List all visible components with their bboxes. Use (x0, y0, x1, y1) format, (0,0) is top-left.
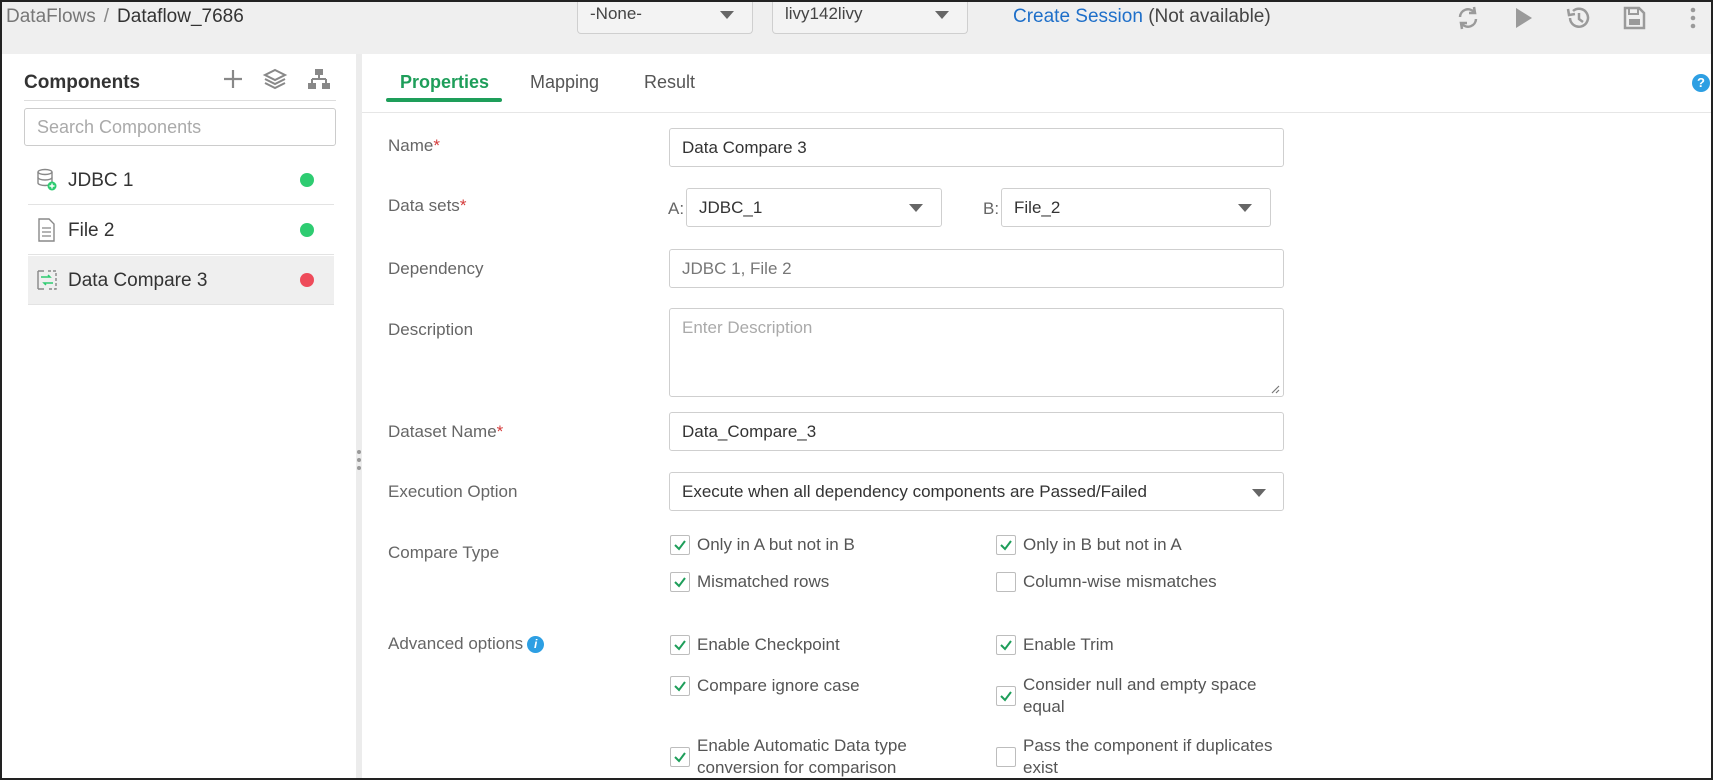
tab-properties[interactable]: Properties (400, 72, 489, 93)
resize-handle-icon[interactable] (357, 450, 361, 474)
enable-checkpoint-checkbox[interactable] (670, 635, 690, 655)
dependency-input: JDBC 1, File 2 (669, 249, 1284, 288)
auto-datatype-conversion-label: Enable Automatic Data type conversion fo… (697, 736, 907, 777)
session-dropdown[interactable]: livy142livy (772, 2, 968, 34)
help-icon[interactable]: ? (1692, 74, 1710, 92)
compare-only-a-label: Only in A but not in B (697, 535, 855, 554)
dataset-a-prefix: A: (668, 199, 685, 218)
add-component-icon[interactable] (220, 66, 246, 92)
create-session-link[interactable]: Create Session (1013, 6, 1143, 27)
description-textarea[interactable]: Enter Description (669, 308, 1284, 397)
dataset-b-value: File_2 (1014, 198, 1061, 217)
history-icon[interactable] (1564, 4, 1592, 32)
chevron-down-icon (935, 11, 949, 19)
database-icon (36, 168, 58, 192)
chevron-down-icon (720, 11, 734, 19)
save-icon[interactable] (1620, 4, 1648, 32)
components-title: Components (24, 72, 141, 93)
cluster-dropdown-value: -None- (590, 4, 642, 23)
compare-ignore-case-checkbox[interactable] (670, 676, 690, 696)
status-dot (300, 273, 314, 287)
chevron-down-icon (1238, 204, 1252, 212)
properties-panel: Properties Mapping Result ? Name* Data C… (362, 54, 1711, 778)
component-item-jdbc-1[interactable]: JDBC 1 (28, 156, 334, 205)
datasets-label: Data sets* (388, 196, 467, 215)
component-label: File 2 (68, 220, 115, 241)
components-sidebar: Components JDBC 1 File 2 (20, 56, 356, 778)
dataset-b-select[interactable]: File_2 (1001, 188, 1271, 227)
more-vertical-icon[interactable] (1679, 4, 1707, 32)
advanced-options-label: Advanced options i (388, 634, 545, 654)
execution-option-select[interactable]: Execute when all dependency components a… (669, 472, 1284, 511)
session-availability: (Not available) (1148, 6, 1271, 27)
mismatched-rows-label: Mismatched rows (697, 572, 830, 591)
component-item-data-compare-3[interactable]: Data Compare 3 (28, 256, 334, 305)
status-dot (300, 173, 314, 187)
compare-only-a-checkbox[interactable] (670, 535, 690, 555)
enable-trim-checkbox[interactable] (996, 635, 1016, 655)
dataset-name-input[interactable]: Data_Compare_3 (669, 412, 1284, 451)
chevron-down-icon (909, 204, 923, 212)
breadcrumb-root-link[interactable]: DataFlows (6, 6, 96, 27)
play-icon[interactable] (1509, 4, 1537, 32)
compare-only-b-label: Only in B but not in A (1023, 535, 1182, 554)
tab-bar: Properties Mapping Result ? (362, 54, 1711, 113)
file-icon (36, 218, 58, 242)
tab-result[interactable]: Result (644, 72, 695, 93)
compare-only-b-checkbox[interactable] (996, 535, 1016, 555)
dataset-a-value: JDBC_1 (699, 198, 763, 217)
hierarchy-icon[interactable] (306, 66, 332, 92)
enable-checkpoint-label: Enable Checkpoint (697, 635, 840, 654)
pass-if-duplicates-checkbox[interactable] (996, 747, 1016, 767)
active-tab-indicator (386, 98, 502, 102)
session-dropdown-value: livy142livy (785, 4, 863, 23)
info-icon[interactable]: i (527, 636, 545, 654)
name-label: Name* (388, 136, 440, 155)
null-empty-equal-checkbox[interactable] (996, 686, 1016, 706)
cluster-dropdown[interactable]: -None- (577, 2, 753, 34)
column-wise-mismatches-checkbox[interactable] (996, 572, 1016, 592)
dataset-a-select[interactable]: JDBC_1 (686, 188, 942, 227)
sidebar-divider (24, 100, 336, 101)
session-status: Create Session (Not available) (1013, 6, 1271, 28)
execution-option-value: Execute when all dependency components a… (682, 482, 1147, 501)
breadcrumb: DataFlows / Dataflow_7686 (6, 6, 244, 28)
name-input[interactable]: Data Compare 3 (669, 128, 1284, 167)
component-label: Data Compare 3 (68, 270, 208, 291)
app-frame: DataFlows / Dataflow_7686 -None- livy142li… (0, 0, 1713, 780)
resize-grip-icon[interactable] (1270, 384, 1280, 394)
auto-datatype-conversion-checkbox[interactable] (670, 747, 690, 767)
compare-type-label: Compare Type (388, 543, 500, 562)
component-item-file-2[interactable]: File 2 (28, 206, 334, 255)
compare-icon (36, 268, 58, 292)
dataset-b-prefix: B: (983, 199, 1000, 218)
dataset-name-label: Dataset Name* (388, 422, 504, 441)
pass-if-duplicates-label: Pass the component if duplicates exist (1023, 736, 1273, 777)
status-dot (300, 223, 314, 237)
description-label: Description (388, 320, 474, 339)
null-empty-equal-label: Consider null and empty space equal (1023, 675, 1257, 716)
chevron-down-icon (1252, 489, 1266, 497)
layers-icon[interactable] (262, 66, 288, 92)
enable-trim-label: Enable Trim (1023, 635, 1114, 654)
execution-option-label: Execution Option (388, 482, 518, 501)
breadcrumb-separator: / (103, 6, 110, 27)
dependency-label: Dependency (388, 259, 484, 278)
column-wise-mismatches-label: Column-wise mismatches (1023, 572, 1217, 591)
component-label: JDBC 1 (68, 170, 134, 191)
refresh-icon[interactable] (1454, 4, 1482, 32)
top-toolbar: DataFlows / Dataflow_7686 -None- livy142li… (2, 2, 1711, 54)
mismatched-rows-checkbox[interactable] (670, 572, 690, 592)
compare-ignore-case-label: Compare ignore case (697, 676, 860, 695)
search-components-input[interactable] (24, 108, 336, 146)
tab-mapping[interactable]: Mapping (530, 72, 599, 93)
breadcrumb-current: Dataflow_7686 (117, 6, 244, 27)
